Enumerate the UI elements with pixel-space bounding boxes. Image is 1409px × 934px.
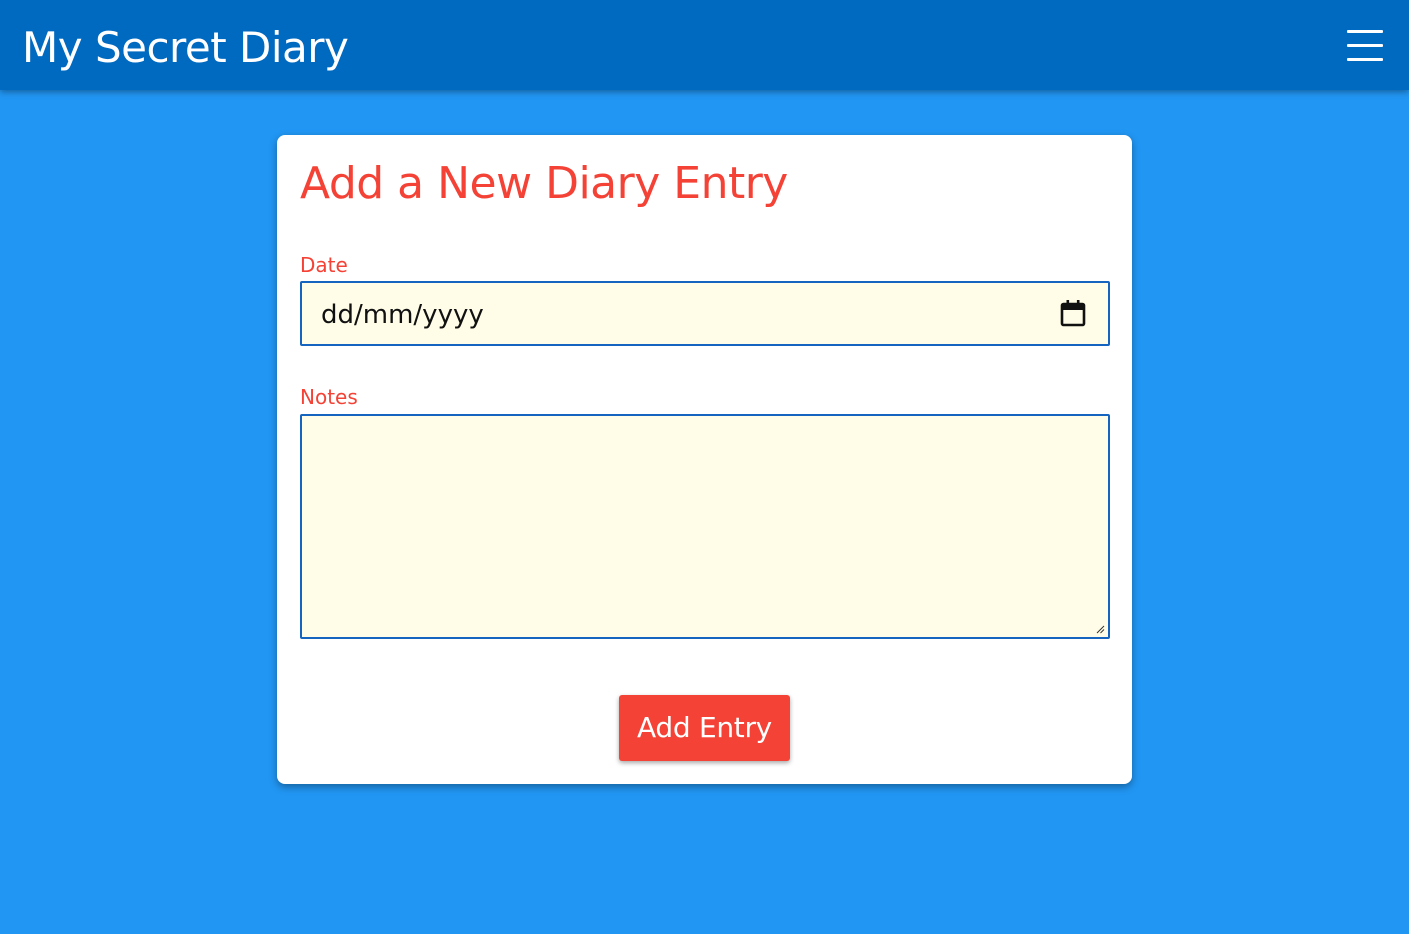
menu-bar-bottom <box>1347 58 1383 61</box>
resize-handle-icon[interactable] <box>1095 624 1105 634</box>
date-label: Date <box>300 253 348 277</box>
form-title: Add a New Diary Entry <box>300 158 788 209</box>
menu-bar-middle <box>1347 44 1383 47</box>
menu-bar-top <box>1347 30 1383 33</box>
notes-textarea[interactable] <box>300 414 1110 639</box>
date-placeholder: dd/mm/yyyy <box>321 300 484 330</box>
date-input[interactable]: dd/mm/yyyy <box>300 281 1110 346</box>
app-title: My Secret Diary <box>22 23 349 72</box>
app-bar: My Secret Diary <box>0 0 1409 90</box>
calendar-icon[interactable] <box>1060 299 1086 327</box>
add-entry-button[interactable]: Add Entry <box>619 695 790 761</box>
notes-label: Notes <box>300 385 358 409</box>
hamburger-menu-icon[interactable] <box>1347 28 1383 62</box>
new-entry-card: Add a New Diary Entry Date dd/mm/yyyy No… <box>277 135 1132 784</box>
